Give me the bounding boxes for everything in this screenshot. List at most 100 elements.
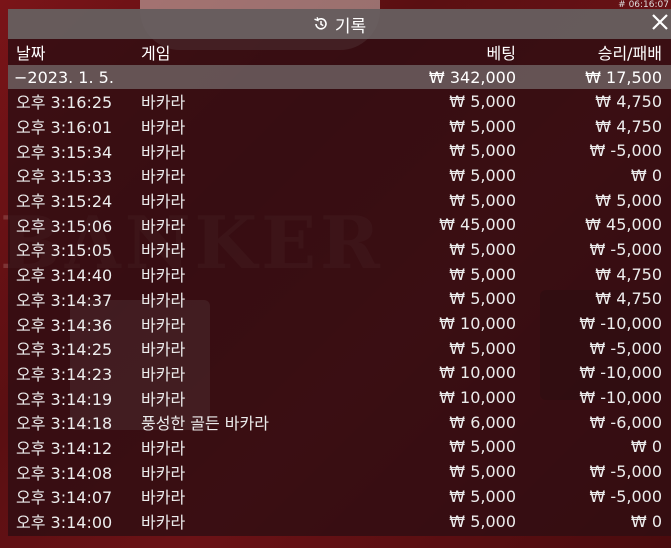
row-game: 바카라 xyxy=(141,488,186,508)
table-row[interactable]: 오후 3:14:25 바카라 ₩ 5,000 ₩ -5,000 xyxy=(8,336,671,361)
row-result: ₩ 5,000 xyxy=(595,190,662,210)
panel-title: 기록 xyxy=(334,16,367,37)
row-result: ₩ -5,000 xyxy=(589,486,662,506)
row-time: 오후 3:15:05 xyxy=(16,241,113,261)
row-game: 바카라 xyxy=(141,142,186,162)
row-game: 바카라 xyxy=(141,266,186,286)
table-row[interactable]: 오후 3:15:34 바카라 ₩ 5,000 ₩ -5,000 xyxy=(8,138,671,163)
row-game: 바카라 xyxy=(141,216,186,236)
table-row[interactable]: 오후 3:14:36 바카라 ₩ 10,000 ₩ -10,000 xyxy=(8,311,671,336)
table-row[interactable]: 오후 3:15:24 바카라 ₩ 5,000 ₩ 5,000 xyxy=(8,188,671,213)
row-result: ₩ -10,000 xyxy=(579,363,662,383)
date-group-total-win-loss: ₩ 17,500 xyxy=(585,67,662,87)
row-bet: ₩ 5,000 xyxy=(449,462,516,482)
history-icon xyxy=(313,16,329,32)
row-game: 바카라 xyxy=(141,513,186,533)
row-time: 오후 3:14:36 xyxy=(16,315,113,335)
row-result: ₩ -6,000 xyxy=(589,412,662,432)
table-row[interactable]: 오후 3:15:05 바카라 ₩ 5,000 ₩ -5,000 xyxy=(8,237,671,262)
row-result: ₩ -10,000 xyxy=(579,314,662,334)
row-result: ₩ 4,750 xyxy=(595,91,662,111)
history-panel: 기록 날짜 게임 베팅 승리/패배 −2023. 1. 5. ₩ 342,000… xyxy=(8,9,671,536)
table-row[interactable]: 오후 3:14:12 바카라 ₩ 5,000 ₩ 0 xyxy=(8,435,671,460)
row-time: 오후 3:15:24 xyxy=(16,192,113,212)
row-bet: ₩ 5,000 xyxy=(449,289,516,309)
row-bet: ₩ 10,000 xyxy=(439,314,516,334)
row-time: 오후 3:14:12 xyxy=(16,438,113,458)
table-row[interactable]: 오후 3:15:33 바카라 ₩ 5,000 ₩ 0 xyxy=(8,163,671,188)
row-bet: ₩ 5,000 xyxy=(449,338,516,358)
row-bet: ₩ 45,000 xyxy=(439,215,516,235)
close-icon xyxy=(650,12,670,36)
history-list: 오후 3:16:25 바카라 ₩ 5,000 ₩ 4,750 오후 3:16:01 바카라… xyxy=(8,89,671,533)
row-bet: ₩ 5,000 xyxy=(449,165,516,185)
table-row[interactable]: 오후 3:14:23 바카라 ₩ 10,000 ₩ -10,000 xyxy=(8,361,671,386)
date-group-total-bet: ₩ 342,000 xyxy=(428,67,516,87)
table-row[interactable]: 오후 3:14:00 바카라 ₩ 5,000 ₩ 0 xyxy=(8,509,671,534)
row-bet: ₩ 5,000 xyxy=(449,437,516,457)
row-bet: ₩ 6,000 xyxy=(449,412,516,432)
row-result: ₩ 0 xyxy=(630,511,662,531)
column-header-date[interactable]: 날짜 xyxy=(8,40,141,64)
row-game: 바카라 xyxy=(141,167,186,187)
row-time: 오후 3:14:00 xyxy=(16,513,113,533)
row-result: ₩ -5,000 xyxy=(589,462,662,482)
row-game: 바카라 xyxy=(141,93,186,113)
row-bet: ₩ 5,000 xyxy=(449,190,516,210)
row-game: 바카라 xyxy=(141,438,186,458)
row-bet: ₩ 5,000 xyxy=(449,116,516,136)
row-result: ₩ -5,000 xyxy=(589,141,662,161)
row-time: 오후 3:15:33 xyxy=(16,167,113,187)
row-game: 바카라 xyxy=(141,315,186,335)
table-row[interactable]: 오후 3:16:01 바카라 ₩ 5,000 ₩ 4,750 xyxy=(8,114,671,139)
row-game: 바카라 xyxy=(141,340,186,360)
row-time: 오후 3:16:25 xyxy=(16,93,113,113)
row-time: 오후 3:15:34 xyxy=(16,142,113,162)
row-game: 바카라 xyxy=(141,118,186,138)
row-game: 풍성한 골든 바카라 xyxy=(141,414,269,434)
row-time: 오후 3:14:25 xyxy=(16,340,113,360)
row-result: ₩ -5,000 xyxy=(589,239,662,259)
table-row[interactable]: 오후 3:14:08 바카라 ₩ 5,000 ₩ -5,000 xyxy=(8,459,671,484)
row-time: 오후 3:14:37 xyxy=(16,290,113,310)
table-row[interactable]: 오후 3:15:06 바카라 ₩ 45,000 ₩ 45,000 xyxy=(8,212,671,237)
row-game: 바카라 xyxy=(141,389,186,409)
table-row[interactable]: 오후 3:14:37 바카라 ₩ 5,000 ₩ 4,750 xyxy=(8,287,671,312)
table-row[interactable]: 오후 3:14:40 바카라 ₩ 5,000 ₩ 4,750 xyxy=(8,262,671,287)
row-result: ₩ -5,000 xyxy=(589,338,662,358)
table-row[interactable]: 오후 3:14:19 바카라 ₩ 10,000 ₩ -10,000 xyxy=(8,385,671,410)
row-time: 오후 3:14:40 xyxy=(16,266,113,286)
row-bet: ₩ 5,000 xyxy=(449,511,516,531)
row-time: 오후 3:16:01 xyxy=(16,118,113,138)
row-bet: ₩ 5,000 xyxy=(449,264,516,284)
date-group-summary-row[interactable]: −2023. 1. 5. ₩ 342,000 ₩ 17,500 xyxy=(8,65,671,89)
row-time: 오후 3:14:08 xyxy=(16,463,113,483)
row-time: 오후 3:14:19 xyxy=(16,389,113,409)
panel-header: 기록 xyxy=(8,9,671,39)
row-game: 바카라 xyxy=(141,463,186,483)
row-result: ₩ 0 xyxy=(630,165,662,185)
table-row[interactable]: 오후 3:14:07 바카라 ₩ 5,000 ₩ -5,000 xyxy=(8,484,671,509)
row-time: 오후 3:14:18 xyxy=(16,414,113,434)
panel-title-group: 기록 xyxy=(313,12,366,37)
row-result: ₩ 0 xyxy=(630,437,662,457)
row-bet: ₩ 10,000 xyxy=(439,388,516,408)
column-header-bet[interactable]: 베팅 xyxy=(346,40,516,64)
row-result: ₩ 45,000 xyxy=(585,215,662,235)
row-bet: ₩ 5,000 xyxy=(449,91,516,111)
row-game: 바카라 xyxy=(141,364,186,384)
row-bet: ₩ 10,000 xyxy=(439,363,516,383)
row-time: 오후 3:15:06 xyxy=(16,216,113,236)
column-header-game[interactable]: 게임 xyxy=(141,40,346,64)
row-result: ₩ 4,750 xyxy=(595,289,662,309)
table-row[interactable]: 오후 3:16:25 바카라 ₩ 5,000 ₩ 4,750 xyxy=(8,89,671,114)
column-header-win-loss[interactable]: 승리/패배 xyxy=(516,40,664,64)
table-row[interactable]: 오후 3:14:18 풍성한 골든 바카라 ₩ 6,000 ₩ -6,000 xyxy=(8,410,671,435)
row-result: ₩ 4,750 xyxy=(595,116,662,136)
close-button[interactable] xyxy=(647,11,671,37)
row-time: 오후 3:14:23 xyxy=(16,364,113,384)
table-header: 날짜 게임 베팅 승리/패배 xyxy=(8,39,671,65)
row-game: 바카라 xyxy=(141,192,186,212)
row-game: 바카라 xyxy=(141,241,186,261)
row-bet: ₩ 5,000 xyxy=(449,486,516,506)
